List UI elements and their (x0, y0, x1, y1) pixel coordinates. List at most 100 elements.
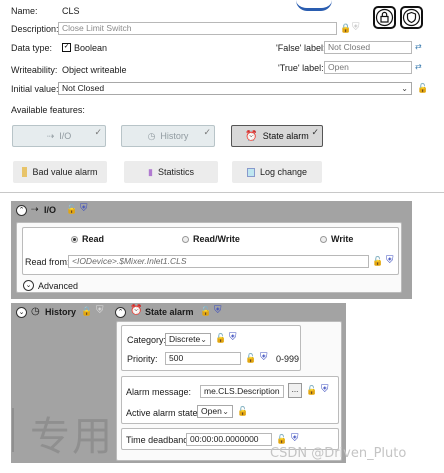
log-change-button[interactable]: Log change (232, 161, 322, 183)
write-radio-label: Write (331, 234, 354, 244)
checkmark-icon: ✓ (94, 127, 102, 137)
boolean-type-icon: ✓ (62, 43, 71, 52)
false-label: 'False' label: (276, 43, 326, 53)
history-feature-button[interactable]: ◷ History ✓ (121, 125, 215, 147)
writeability-value: Object writeable (62, 65, 127, 75)
expand-history-button[interactable]: ⌄ (16, 307, 27, 318)
shield-icon (402, 8, 421, 27)
checkmark-icon: ✓ (311, 127, 319, 137)
history-icon: ◷ (147, 130, 156, 141)
checkmark-icon: ✓ (203, 127, 211, 137)
read-radio[interactable] (71, 236, 78, 243)
alarm-icon: ⏰ (245, 130, 258, 142)
divider (0, 192, 444, 193)
datatype-label: Data type: (11, 43, 53, 53)
lock-icon[interactable]: 🔒 (340, 23, 351, 34)
active-alarm-state-value: Open (201, 406, 222, 416)
false-label-field[interactable]: Not Closed (324, 41, 412, 54)
io-feature-label: I/O (59, 131, 72, 141)
statistics-label: Statistics (157, 167, 194, 177)
initial-value-text: Not Closed (62, 83, 105, 93)
alarm-icon: ⏰ (130, 305, 143, 316)
writeability-label: Writeability: (11, 65, 58, 75)
active-alarm-state-select[interactable]: Open ⌄ (197, 405, 233, 418)
alarm-message-field[interactable]: me.CLS.Description (200, 385, 284, 398)
lock-icon[interactable]: 🔓 (237, 406, 248, 417)
state-alarm-feature-button[interactable]: ⏰ State alarm ✓ (231, 125, 323, 147)
header-logo (296, 0, 332, 11)
lock-icon[interactable]: 🔓 (417, 83, 428, 94)
watermark-credit: CSDN @Driven_Pluto (270, 446, 407, 461)
state-alarm-feature-label: State alarm (262, 131, 309, 141)
true-label-field[interactable]: Open (324, 61, 412, 74)
lock-icon[interactable]: 🔓 (276, 434, 287, 445)
chevron-down-icon: ⌄ (222, 407, 229, 416)
time-deadband-field[interactable]: 00:00:00.0000000 (186, 433, 272, 446)
advanced-toggle-icon[interactable]: ⌄ (23, 280, 34, 291)
history-feature-label: History (160, 131, 189, 141)
collapse-io-button[interactable]: ⌃ (16, 205, 27, 216)
description-label: Description: (11, 24, 59, 34)
advanced-label[interactable]: Advanced (38, 281, 78, 291)
history-icon: ◷ (31, 306, 40, 317)
shield-icon[interactable]: ⛨ (214, 305, 222, 316)
io-icon: ⇢ (46, 130, 55, 141)
category-select[interactable]: Discrete ⌄ (165, 333, 211, 346)
io-feature-button[interactable]: ⇢ I/O ✓ (12, 125, 106, 147)
watermark-cjk: 专用 (30, 414, 114, 460)
write-radio[interactable] (320, 236, 327, 243)
chevron-down-icon: ⌄ (401, 84, 408, 93)
shield-icon[interactable]: ⛨ (386, 255, 394, 266)
read-from-label: Read from: (25, 257, 70, 267)
bad-value-alarm-button[interactable]: Bad value alarm (13, 161, 107, 183)
padlock-icon (375, 8, 394, 27)
history-panel-title: History (45, 307, 77, 317)
active-alarm-state-label: Active alarm state: (126, 408, 201, 418)
name-label: Name: (11, 6, 38, 16)
available-features-label: Available features: (11, 105, 85, 115)
read-write-radio[interactable] (182, 236, 189, 243)
lock-icon[interactable]: 🔓 (66, 204, 77, 215)
io-icon: ⇢ (31, 204, 39, 214)
lock-icon[interactable]: 🔓 (200, 306, 211, 317)
priority-range: 0-999 (276, 354, 300, 364)
shield-icon[interactable]: ⛨ (96, 305, 104, 316)
collapse-state-alarm-button[interactable]: ⌃ (115, 307, 126, 318)
lock-icon[interactable]: 🔓 (245, 353, 256, 364)
datatype-value: Boolean (74, 43, 108, 53)
security-button[interactable] (400, 6, 423, 29)
shield-icon[interactable]: ⛨ (321, 384, 329, 395)
priority-label: Priority: (127, 354, 158, 364)
translate-icon[interactable]: ⇄ (415, 42, 426, 53)
category-label: Category: (127, 335, 167, 345)
read-write-radio-label: Read/Write (193, 234, 240, 244)
time-deadband-label: Time deadband: (126, 435, 191, 445)
browse-button[interactable]: ... (288, 383, 302, 398)
watermark-bar (12, 408, 14, 452)
description-field[interactable]: Close Limit Switch (58, 22, 337, 35)
shield-icon[interactable]: ⛨ (352, 22, 363, 33)
initial-value-select[interactable]: Not Closed ⌄ (58, 82, 412, 95)
true-label: 'True' label: (278, 63, 324, 73)
shield-icon[interactable]: ⛨ (80, 203, 88, 214)
priority-field[interactable]: 500 (165, 352, 241, 365)
category-value: Discrete (169, 334, 201, 344)
shield-icon[interactable]: ⛨ (229, 332, 237, 343)
lock-icon[interactable]: 🔓 (215, 333, 226, 344)
lock-icon[interactable]: 🔓 (372, 256, 383, 267)
read-radio-label: Read (82, 234, 105, 244)
log-change-label: Log change (259, 167, 308, 177)
log-change-icon (246, 167, 255, 177)
translate-icon[interactable]: ⇄ (415, 62, 426, 73)
lock-icon[interactable]: 🔓 (306, 385, 317, 396)
lock-icon[interactable]: 🔒 (81, 306, 92, 317)
statistics-button[interactable]: ▮ Statistics (124, 161, 218, 183)
shield-icon[interactable]: ⛨ (260, 352, 268, 363)
name-value: CLS (62, 6, 80, 16)
lock-button[interactable] (373, 6, 396, 29)
chevron-down-icon: ⌄ (200, 335, 207, 344)
state-alarm-panel-title: State alarm (145, 307, 194, 317)
read-from-field[interactable]: <IODevice>.$Mixer.Inlet1.CLS (68, 255, 369, 268)
io-panel-title: I/O (44, 205, 57, 215)
shield-icon[interactable]: ⛨ (291, 433, 299, 444)
